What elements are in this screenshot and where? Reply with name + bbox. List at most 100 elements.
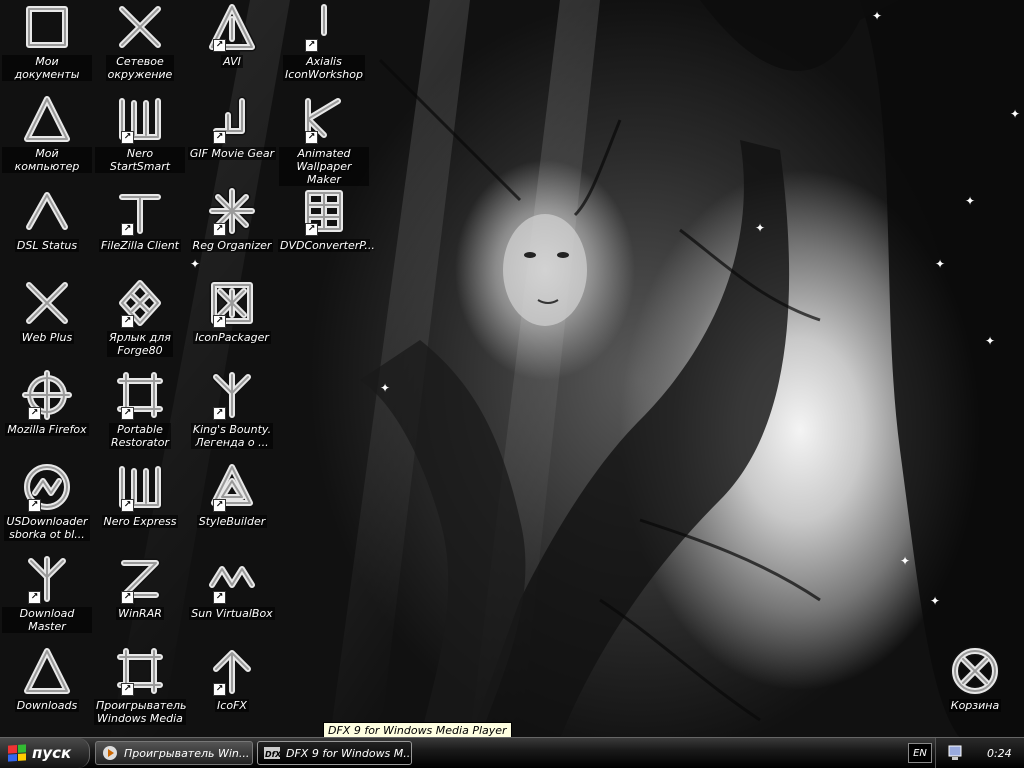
network-tray-icon[interactable] <box>948 745 962 761</box>
desktop-icon-label: Nero Express <box>101 515 179 528</box>
svg-text:✦: ✦ <box>985 334 995 348</box>
shortcut-arrow-icon: ↗ <box>121 131 134 144</box>
knot-icon: ↗ <box>115 278 165 328</box>
dfx-icon: DfX <box>264 747 280 759</box>
start-label: пуск <box>32 744 72 762</box>
desktop-icon[interactable]: ↗ GIF Movie Gear <box>187 94 277 186</box>
clock[interactable]: 0:24 <box>987 747 1012 760</box>
desktop-icon-label: Animated Wallpaper Maker <box>279 147 369 186</box>
task-label: Проигрыватель Win... <box>124 746 250 760</box>
desktop-icon[interactable]: Web Plus <box>2 278 92 370</box>
desktop-icon[interactable]: ↗ Download Master <box>2 554 92 646</box>
triangle-mark-icon: ↗ <box>207 2 257 52</box>
frame-icon: ↗ <box>115 370 165 420</box>
desktop-icon[interactable]: Мой компьютер <box>2 94 92 186</box>
desktop-icon[interactable]: Downloads <box>2 646 92 738</box>
shortcut-arrow-icon: ↗ <box>121 683 134 696</box>
shortcut-arrow-icon: ↗ <box>213 39 226 52</box>
arrow-up-icon: ↗ <box>207 646 257 696</box>
shortcut-arrow-icon: ↗ <box>305 131 318 144</box>
svg-text:✦: ✦ <box>380 381 390 395</box>
desktop-icon-label: Reg Organizer <box>190 239 274 252</box>
desktop-icon[interactable]: ↗ King's Bounty. Легенда о ... <box>187 370 277 462</box>
shin-icon: ↗ <box>115 462 165 512</box>
recycle-bin-label: Корзина <box>948 699 1002 712</box>
desktop-icon-label: Проигрыватель Windows Media <box>94 699 187 725</box>
desktop-icon[interactable]: Сетевое окружение <box>95 2 185 94</box>
desktop-icon[interactable]: ↗ IconPackager <box>187 278 277 370</box>
recycle-bin[interactable]: Корзина <box>930 646 1020 738</box>
shortcut-arrow-icon: ↗ <box>28 407 41 420</box>
circle-zigzag-icon: ↗ <box>22 462 72 512</box>
desktop-icon[interactable]: ↗ IcoFX <box>187 646 277 738</box>
desktop-icon-label: DVDConverterP... <box>278 239 375 252</box>
taskbar: пуск Проигрыватель Win... DfX DFX 9 for … <box>0 737 1024 768</box>
shortcut-arrow-icon: ↗ <box>213 683 226 696</box>
desktop-icon-label: Axialis IconWorkshop <box>283 55 365 81</box>
fork-icon: ↗ <box>22 554 72 604</box>
shortcut-arrow-icon: ↗ <box>213 223 226 236</box>
desktop-icon-label: Portable Restorator <box>108 423 171 449</box>
desktop-icon[interactable]: ↗ Sun VirtualBox <box>187 554 277 646</box>
taskbar-button-media-player[interactable]: Проигрыватель Win... <box>95 741 253 765</box>
desktop-icon[interactable]: ↗ AVI <box>187 2 277 94</box>
desktop-icon[interactable]: ↗ Reg Organizer <box>187 186 277 278</box>
desktop-icon[interactable]: ↗ StyleBuilder <box>187 462 277 554</box>
recycle-bin-icon <box>950 646 1000 696</box>
desktop-icon[interactable]: ↗ Ярлык для Forge80 <box>95 278 185 370</box>
shortcut-arrow-icon: ↗ <box>121 223 134 236</box>
triangle-icon <box>22 646 72 696</box>
start-button[interactable]: пуск <box>0 738 90 768</box>
shortcut-arrow-icon: ↗ <box>213 591 226 604</box>
desktop-icon-label: Nero StartSmart <box>95 147 185 173</box>
language-indicator[interactable]: EN <box>908 743 932 763</box>
desktop-icon[interactable]: Мои документы <box>2 2 92 94</box>
wave-icon: ↗ <box>207 554 257 604</box>
bar-icon: ↗ <box>299 2 349 52</box>
taskbar-button-dfx[interactable]: DfX DFX 9 for Windows M... <box>257 741 412 765</box>
desktop-icon-label: Сетевое окружение <box>105 55 175 81</box>
tee-icon: ↗ <box>115 186 165 236</box>
zed-icon: ↗ <box>115 554 165 604</box>
desktop-icon[interactable]: ↗ Animated Wallpaper Maker <box>279 94 369 186</box>
shortcut-arrow-icon: ↗ <box>213 407 226 420</box>
desktop-icon[interactable]: ↗ Nero StartSmart <box>95 94 185 186</box>
svg-text:✦: ✦ <box>872 9 882 23</box>
shortcut-arrow-icon: ↗ <box>213 499 226 512</box>
shortcut-arrow-icon: ↗ <box>213 315 226 328</box>
x-icon <box>115 2 165 52</box>
caret-icon <box>22 186 72 236</box>
grid-icon: ↗ <box>299 186 349 236</box>
desktop-icon[interactable]: DSL Status <box>2 186 92 278</box>
desktop-icon[interactable]: ↗ Axialis IconWorkshop <box>279 2 369 94</box>
desktop-icon[interactable]: ↗ Проигрыватель Windows Media <box>94 646 187 738</box>
frame-icon: ↗ <box>115 646 165 696</box>
crosshair-icon: ↗ <box>20 368 74 422</box>
desktop-icon[interactable]: ↗ Mozilla Firefox <box>2 368 92 462</box>
shortcut-arrow-icon: ↗ <box>28 591 41 604</box>
desktop-icon-label: Sun VirtualBox <box>189 607 275 620</box>
fork-icon: ↗ <box>207 370 257 420</box>
desktop-icon[interactable]: ↗ FileZilla Client <box>95 186 185 278</box>
desktop-icon[interactable]: ↗ DVDConverterP... <box>278 186 375 278</box>
desktop-icon-label: Download Master <box>2 607 92 633</box>
desktop-icon-label: Ярлык для Forge80 <box>107 331 173 357</box>
desktop-icon[interactable]: ↗ Nero Express <box>95 462 185 554</box>
desktop-icon[interactable]: ↗ Portable Restorator <box>95 370 185 462</box>
desktop-icon-label: DSL Status <box>14 239 80 252</box>
desktop-icon-label: Downloads <box>14 699 80 712</box>
svg-text:✦: ✦ <box>935 257 945 271</box>
media-player-icon <box>103 746 117 760</box>
svg-text:✦: ✦ <box>930 594 940 608</box>
star-icon: ↗ <box>207 186 257 236</box>
x-icon <box>22 278 72 328</box>
desktop-icon[interactable]: ↗ WinRAR <box>95 554 185 646</box>
system-tray: 0:24 <box>935 738 1024 768</box>
desktop-icon-label: King's Bounty. Легенда о ... <box>190 423 274 449</box>
desktop-icon-label: Мои документы <box>2 55 92 81</box>
desktop-icon-label: GIF Movie Gear <box>187 147 277 160</box>
shortcut-arrow-icon: ↗ <box>213 131 226 144</box>
desktop-icon[interactable]: ↗ USDownloader sborka ot bl... <box>2 462 92 554</box>
svg-text:✦: ✦ <box>755 221 765 235</box>
shortcut-arrow-icon: ↗ <box>121 407 134 420</box>
